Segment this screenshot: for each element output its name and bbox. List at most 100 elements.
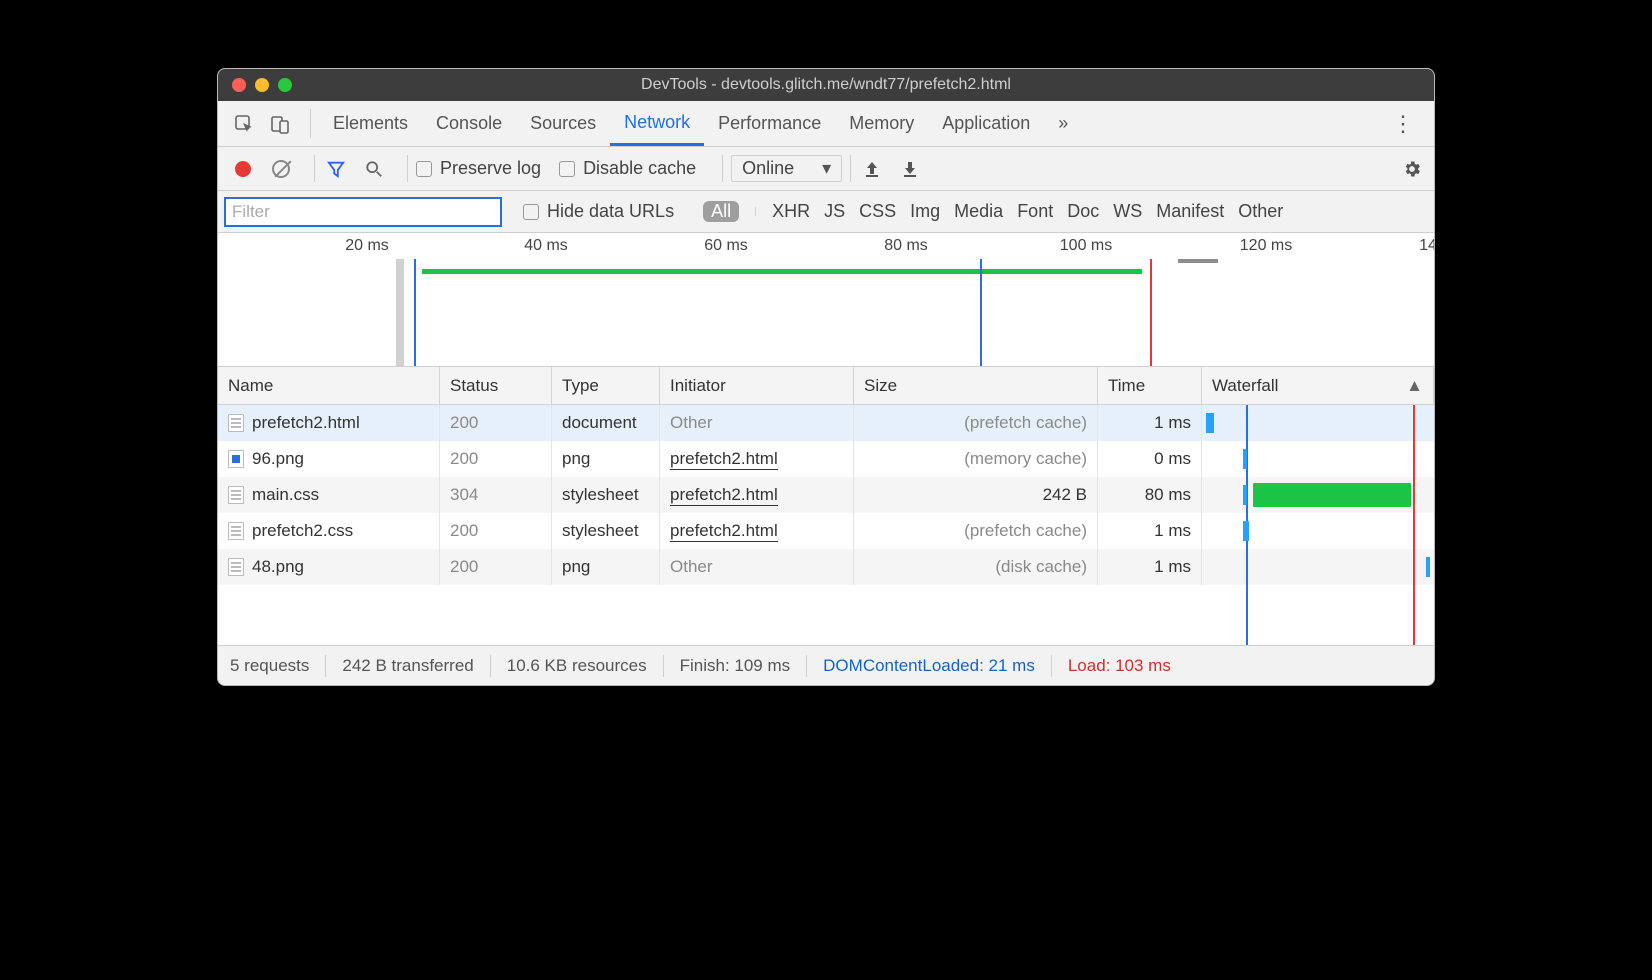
window-title: DevTools - devtools.glitch.me/wndt77/pre…: [641, 76, 1011, 94]
th-waterfall[interactable]: Waterfall▲: [1202, 367, 1434, 404]
request-waterfall: [1202, 405, 1434, 441]
device-toolbar-icon[interactable]: [266, 110, 294, 138]
request-type: png: [552, 549, 660, 585]
tab-performance[interactable]: Performance: [704, 101, 835, 146]
filter-bar: Filter Hide data URLs All XHR JS CSS Img Medi…: [218, 191, 1434, 233]
overview-request-bar: [422, 269, 1142, 274]
request-initiator[interactable]: prefetch2.html: [660, 513, 854, 549]
table-row[interactable]: prefetch2.html200documentOther(prefetch …: [218, 405, 1434, 441]
request-status: 200: [440, 513, 552, 549]
request-initiator[interactable]: prefetch2.html: [660, 441, 854, 477]
panel-tabs: ElementsConsoleSourcesNetworkPerformance…: [218, 101, 1434, 147]
filter-type-xhr[interactable]: XHR: [772, 201, 810, 222]
request-size: 242 B: [854, 477, 1098, 513]
table-header: Name Status Type Initiator Size Time Wat…: [218, 367, 1434, 405]
filter-type-other[interactable]: Other: [1238, 201, 1283, 222]
request-name: main.css: [252, 485, 319, 505]
tab-network[interactable]: Network: [610, 101, 704, 146]
th-initiator[interactable]: Initiator: [660, 367, 854, 404]
request-status: 200: [440, 405, 552, 441]
request-type: stylesheet: [552, 477, 660, 513]
inspect-element-icon[interactable]: [230, 110, 258, 138]
timeline-overview[interactable]: 20 ms40 ms60 ms80 ms100 ms120 ms14: [218, 233, 1434, 367]
clear-button[interactable]: [268, 160, 294, 178]
request-type: png: [552, 441, 660, 477]
document-file-icon: [228, 414, 244, 432]
status-finish: Finish: 109 ms: [680, 656, 791, 676]
request-size: (memory cache): [854, 441, 1098, 477]
sort-asc-icon: ▲: [1406, 376, 1423, 396]
request-waterfall: [1202, 549, 1434, 585]
overview-tick: 14: [1419, 237, 1435, 255]
network-toolbar: Preserve log Disable cache Online ▾: [218, 147, 1434, 191]
request-name: 96.png: [252, 449, 304, 469]
th-status[interactable]: Status: [440, 367, 552, 404]
maximize-window-icon[interactable]: [278, 78, 292, 92]
overview-tick: 120 ms: [1240, 237, 1292, 255]
overview-start-line: [414, 259, 416, 366]
th-name[interactable]: Name: [218, 367, 440, 404]
overview-handle-left[interactable]: [396, 259, 404, 366]
request-waterfall: [1202, 477, 1434, 513]
request-initiator: Other: [660, 405, 854, 441]
tab-memory[interactable]: Memory: [835, 101, 928, 146]
disable-cache-checkbox[interactable]: Disable cache: [559, 158, 696, 179]
document-file-icon: [228, 486, 244, 504]
request-waterfall: [1202, 513, 1434, 549]
filter-type-all[interactable]: All: [703, 201, 739, 222]
filter-input[interactable]: Filter: [224, 197, 502, 227]
image-file-icon: [228, 558, 244, 576]
table-row[interactable]: 48.png200pngOther(disk cache)1 ms: [218, 549, 1434, 585]
filter-type-css[interactable]: CSS: [859, 201, 896, 222]
filter-type-ws[interactable]: WS: [1113, 201, 1142, 222]
filter-icon[interactable]: [323, 160, 349, 178]
th-size[interactable]: Size: [854, 367, 1098, 404]
request-name: 48.png: [252, 557, 304, 577]
table-row[interactable]: main.css 304stylesheetprefetch2.html242 B…: [218, 477, 1434, 513]
th-type[interactable]: Type: [552, 367, 660, 404]
status-bar: 5 requests 242 B transferred 10.6 KB res…: [218, 645, 1434, 685]
filter-type-manifest[interactable]: Manifest: [1156, 201, 1224, 222]
table-row[interactable]: 96.png 200pngprefetch2.html(memory cache)…: [218, 441, 1434, 477]
preserve-log-checkbox[interactable]: Preserve log: [416, 158, 541, 179]
request-status: 304: [440, 477, 552, 513]
tabs-overflow-icon[interactable]: »: [1044, 101, 1082, 146]
status-transferred: 242 B transferred: [342, 656, 473, 676]
settings-gear-icon[interactable]: [1402, 159, 1422, 179]
menu-kebab-icon[interactable]: ⋮: [1380, 111, 1426, 137]
tab-elements[interactable]: Elements: [319, 101, 422, 146]
download-har-icon[interactable]: [897, 160, 923, 178]
overview-load-line: [1150, 259, 1152, 366]
request-status: 200: [440, 441, 552, 477]
overview-tick: 20 ms: [345, 237, 389, 255]
throttling-value: Online: [742, 158, 794, 179]
filter-placeholder: Filter: [232, 202, 270, 222]
minimize-window-icon[interactable]: [255, 78, 269, 92]
upload-har-icon[interactable]: [859, 160, 885, 178]
throttling-select[interactable]: Online ▾: [731, 155, 842, 182]
request-size: (prefetch cache): [854, 513, 1098, 549]
table-body: prefetch2.html200documentOther(prefetch …: [218, 405, 1434, 645]
status-resources: 10.6 KB resources: [507, 656, 647, 676]
hide-data-urls-checkbox[interactable]: Hide data URLs: [523, 201, 674, 222]
filter-type-img[interactable]: Img: [910, 201, 940, 222]
tab-sources[interactable]: Sources: [516, 101, 610, 146]
close-window-icon[interactable]: [232, 78, 246, 92]
table-row[interactable]: prefetch2.css200stylesheetprefetch2.html…: [218, 513, 1434, 549]
devtools-window: DevTools - devtools.glitch.me/wndt77/pre…: [217, 68, 1435, 686]
titlebar: DevTools - devtools.glitch.me/wndt77/pre…: [218, 69, 1434, 101]
th-time[interactable]: Time: [1098, 367, 1202, 404]
status-load: Load: 103 ms: [1068, 656, 1171, 676]
request-type: stylesheet: [552, 513, 660, 549]
request-size: (disk cache): [854, 549, 1098, 585]
search-icon[interactable]: [361, 160, 387, 178]
filter-type-doc[interactable]: Doc: [1067, 201, 1099, 222]
request-initiator[interactable]: prefetch2.html: [660, 477, 854, 513]
tab-application[interactable]: Application: [928, 101, 1044, 146]
filter-type-js[interactable]: JS: [824, 201, 845, 222]
tab-console[interactable]: Console: [422, 101, 516, 146]
record-button[interactable]: [230, 161, 256, 177]
filter-type-font[interactable]: Font: [1017, 201, 1053, 222]
document-file-icon: [228, 522, 244, 540]
filter-type-media[interactable]: Media: [954, 201, 1003, 222]
